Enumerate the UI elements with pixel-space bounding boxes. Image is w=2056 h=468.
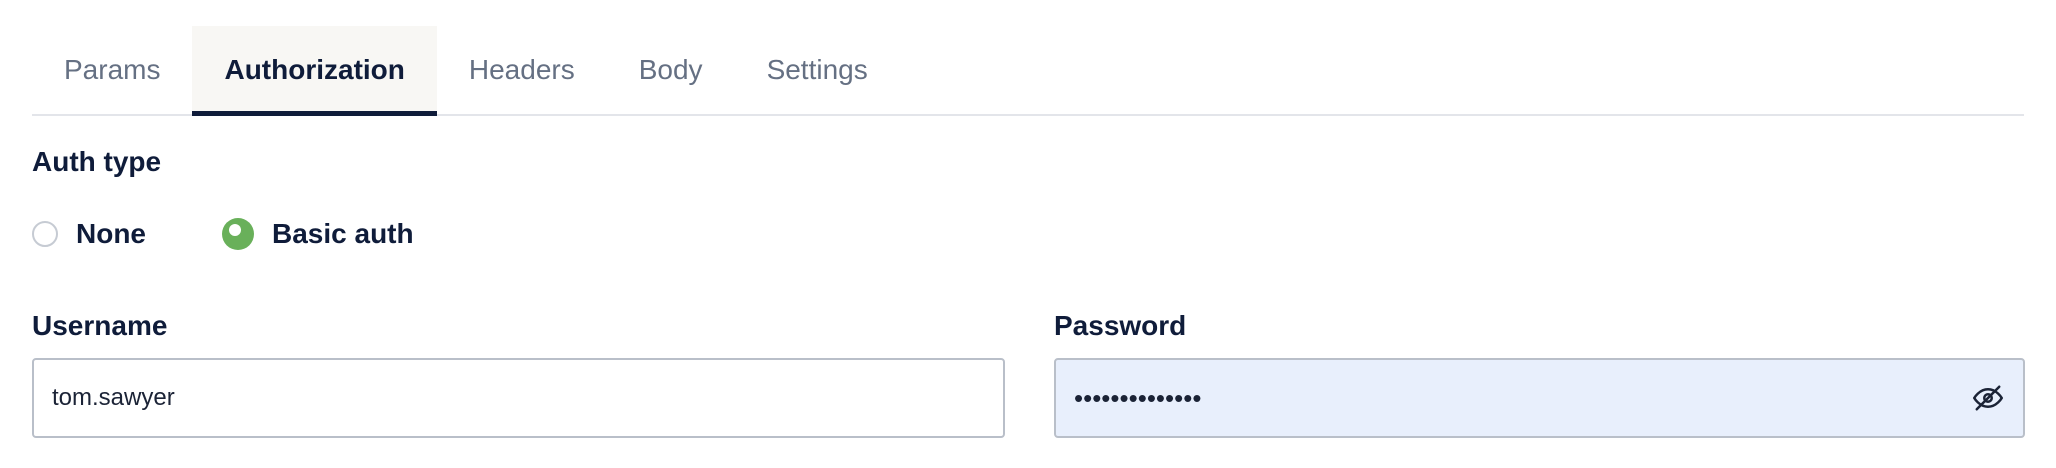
radio-basic-auth[interactable] <box>222 218 254 250</box>
username-field[interactable]: tom.sawyer <box>32 358 1005 438</box>
auth-option-none[interactable]: None <box>32 218 146 250</box>
username-value: tom.sawyer <box>52 384 175 411</box>
request-tabs: Params Authorization Headers Body Settin… <box>32 26 2024 116</box>
password-field[interactable]: •••••••••••••• <box>1054 358 2025 438</box>
auth-type-radio-group: None Basic auth <box>32 218 490 250</box>
tab-body[interactable]: Body <box>607 26 735 114</box>
radio-none[interactable] <box>32 221 58 247</box>
username-label: Username <box>32 310 168 341</box>
tab-headers[interactable]: Headers <box>437 26 607 114</box>
password-value: •••••••••••••• <box>1074 382 1202 413</box>
radio-basic-auth-label: Basic auth <box>272 218 414 249</box>
tab-authorization[interactable]: Authorization <box>192 26 438 116</box>
tab-settings[interactable]: Settings <box>735 26 900 114</box>
radio-none-label: None <box>76 218 146 249</box>
eye-slash-icon[interactable] <box>1971 381 2005 415</box>
tab-params[interactable]: Params <box>32 26 192 114</box>
authorization-panel: Params Authorization Headers Body Settin… <box>0 0 2056 468</box>
auth-type-label: Auth type <box>32 146 162 177</box>
password-label: Password <box>1054 310 1187 341</box>
auth-option-basic[interactable]: Basic auth <box>222 218 414 250</box>
